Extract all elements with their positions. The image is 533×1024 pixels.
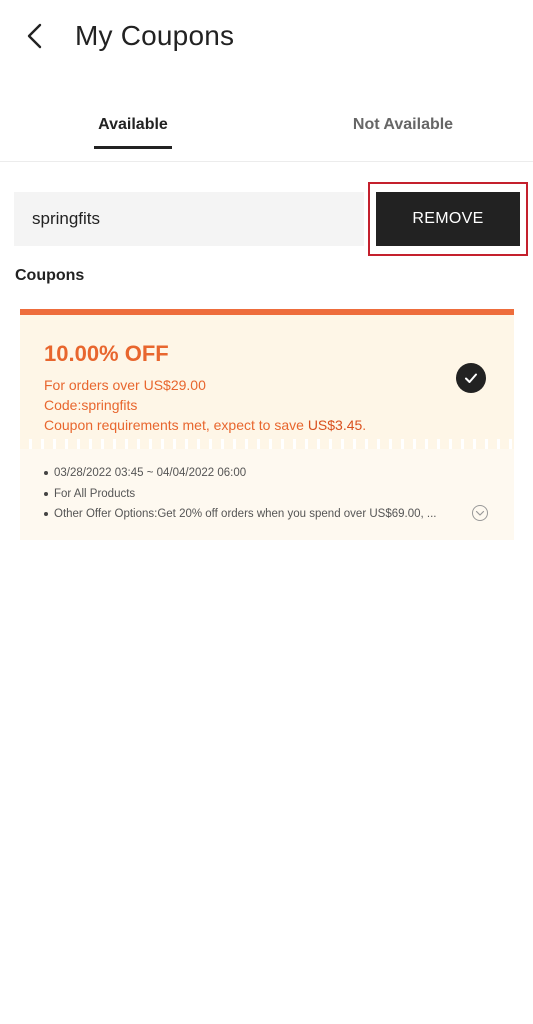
- tab-available[interactable]: Available: [94, 116, 172, 149]
- selected-check-icon[interactable]: [456, 363, 486, 393]
- detail-text: Other Offer Options:Get 20% off orders w…: [54, 508, 437, 520]
- active-tab-indicator: [94, 146, 172, 149]
- detail-text: For All Products: [54, 488, 136, 500]
- tab-not-available-label: Not Available: [352, 116, 454, 133]
- tab-bar: Available Not Available: [0, 100, 533, 162]
- coupon-min-order: For orders over US$29.00: [44, 377, 206, 393]
- coupon-requirement-suffix: .: [362, 417, 367, 433]
- page-title: My Coupons: [75, 20, 235, 51]
- coupon-detail-other-offers: Other Offer Options:Get 20% off orders w…: [44, 508, 454, 520]
- coupon-requirement-text: Coupon requirements met, expect to save: [44, 417, 308, 433]
- coupon-perforation: [20, 439, 514, 449]
- coupon-save-amount: US$3.45: [307, 417, 363, 433]
- coupon-code-row: REMOVE: [0, 182, 533, 258]
- coupon-card-top: 10.00% OFF For orders over US$29.00 Code…: [20, 309, 514, 439]
- bullet-icon: [44, 491, 48, 496]
- coupon-card[interactable]: 10.00% OFF For orders over US$29.00 Code…: [20, 309, 514, 540]
- coupon-code-input[interactable]: [14, 192, 364, 246]
- chevron-left-icon: [27, 23, 42, 49]
- chevron-down-circle-icon[interactable]: [471, 504, 489, 522]
- coupon-detail-scope: For All Products: [44, 488, 454, 500]
- bullet-icon: [44, 470, 48, 475]
- detail-text: 03/28/2022 03:45 ~ 04/04/2022 06:00: [54, 467, 247, 479]
- checkmark-icon: [465, 373, 477, 383]
- remove-button-highlight: REMOVE: [368, 182, 528, 256]
- tab-not-available[interactable]: Not Available: [348, 116, 458, 134]
- coupon-detail-validity: 03/28/2022 03:45 ~ 04/04/2022 06:00: [44, 467, 454, 479]
- coupon-code: Code:springfits: [44, 397, 138, 413]
- tab-available-label: Available: [98, 116, 168, 133]
- coupons-section-title: Coupons: [15, 267, 85, 284]
- coupon-details: 03/28/2022 03:45 ~ 04/04/2022 06:00 For …: [20, 449, 514, 540]
- back-button[interactable]: [18, 18, 50, 54]
- header: My Coupons: [0, 0, 533, 80]
- bullet-icon: [44, 511, 48, 516]
- remove-button[interactable]: REMOVE: [376, 192, 520, 246]
- coupon-discount: 10.00% OFF: [44, 341, 169, 366]
- coupon-requirement: Coupon requirements met, expect to save …: [44, 417, 366, 433]
